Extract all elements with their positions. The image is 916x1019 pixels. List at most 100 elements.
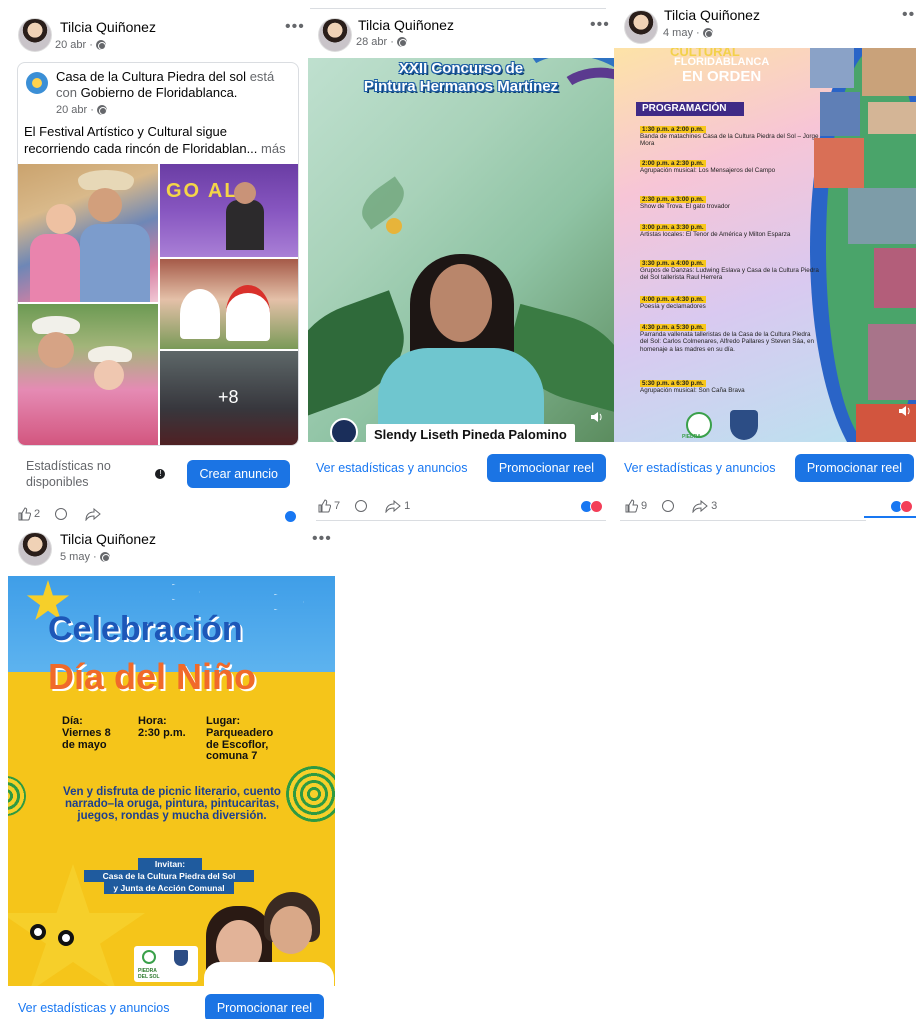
shared-post-title: Casa de la Cultura Piedra del sol está c… (56, 69, 296, 101)
share-icon (385, 499, 401, 513)
author-avatar[interactable] (318, 18, 352, 52)
author-name[interactable]: Tilcia Quiñonez (664, 7, 760, 23)
side-photo (874, 248, 916, 308)
star-eye (30, 924, 46, 940)
row-divider (620, 520, 866, 521)
program-time: 3:00 p.m. a 3:30 p.m. (640, 224, 706, 232)
create-ad-button[interactable]: Crear anuncio (187, 460, 290, 488)
author-name[interactable]: Tilcia Quiñonez (60, 19, 156, 35)
program-item-3: 2:30 p.m. a 3:00 p.m. Show de Trova. El … (640, 196, 820, 210)
shared-date-text: 20 abr (56, 104, 88, 116)
post-footer: Ver estadísticas y anuncios Promocionar … (624, 454, 914, 482)
photo-1[interactable] (18, 164, 158, 302)
reaction-badges[interactable] (890, 500, 913, 513)
program-item-1: 1:30 p.m. a 2:00 p.m. Banda de matachine… (640, 126, 820, 148)
author-avatar[interactable] (18, 532, 52, 566)
more-options-icon[interactable]: ••• (590, 17, 610, 33)
post-date[interactable]: 5 may · (60, 551, 110, 563)
shared-post[interactable]: Casa de la Cultura Piedra del sol está c… (17, 62, 299, 446)
share-action[interactable]: 3 (692, 499, 717, 513)
share-count: 3 (711, 500, 718, 512)
program-item-2: 2:00 p.m. a 2:30 p.m. Agrupación musical… (640, 160, 820, 174)
face-shape (38, 332, 74, 368)
thumbs-up-icon (317, 499, 331, 513)
hat-shape (78, 170, 134, 190)
author-avatar[interactable] (624, 10, 658, 44)
speaker-face (430, 264, 492, 342)
post-footer: Ver estadísticas y anuncios Promocionar … (18, 994, 324, 1019)
globe-icon (99, 552, 110, 562)
program-time: 4:30 p.m. a 5:30 p.m. (640, 324, 706, 332)
comment-action[interactable] (354, 499, 371, 513)
page-name[interactable]: Casa de la Cultura Piedra del sol (56, 69, 246, 84)
program-time: 5:30 p.m. a 6:30 p.m. (640, 380, 706, 388)
post-date-text: 4 may (663, 27, 693, 39)
like-action[interactable]: 7 (317, 499, 340, 513)
star-eye (58, 930, 74, 946)
post-date[interactable]: 28 abr · (356, 36, 407, 48)
post-date[interactable]: 20 abr · (55, 39, 106, 51)
comment-action[interactable] (661, 499, 678, 513)
side-photo (868, 324, 916, 400)
program-time: 4:00 p.m. a 4:30 p.m. (640, 296, 706, 304)
see-more-link[interactable]: más (261, 141, 286, 156)
reaction-badges[interactable] (580, 500, 603, 513)
author-name[interactable]: Tilcia Quiñonez (358, 17, 454, 33)
promote-reel-button[interactable]: Promocionar reel (794, 454, 914, 482)
side-photo (820, 92, 860, 136)
program-desc: Parranda vallenata talleristas de la Cas… (640, 331, 814, 353)
more-options-icon[interactable]: •• (902, 7, 915, 23)
poster-dia-label: Día: (62, 715, 83, 727)
side-photo (814, 138, 864, 188)
tagged-page[interactable]: Gobierno de Floridablanca. (81, 85, 238, 100)
reactions-bar: 7 1 (317, 499, 424, 513)
program-desc: Banda de matachines Casa de la Cultura P… (640, 133, 819, 148)
photo-5-overflow[interactable]: +8 (160, 351, 298, 445)
poster-title-line1: Celebración (48, 610, 243, 648)
photo-4[interactable] (18, 304, 158, 445)
banner-text: GO AL (166, 180, 239, 202)
photo-3[interactable] (160, 259, 298, 349)
reaction-badges[interactable] (284, 510, 297, 522)
globe-icon (702, 28, 713, 38)
decor-circle (286, 766, 335, 822)
author-avatar[interactable] (18, 18, 52, 52)
post-card-3: Tilcia Quiñonez 4 may · •• CULTURAL FLORI… (614, 4, 916, 522)
comment-action[interactable] (54, 507, 71, 521)
post-card-1: Tilcia Quiñonez 20 abr · ••• Casa de la C… (8, 10, 308, 522)
post-date-text: 5 may (60, 551, 90, 563)
more-options-icon[interactable]: ••• (285, 19, 305, 35)
promote-reel-button[interactable]: Promocionar reel (486, 454, 606, 482)
promote-reel-button[interactable]: Promocionar reel (204, 994, 324, 1019)
post-footer: Estadísticas no disponibles ! Crear anun… (26, 458, 290, 490)
post-date[interactable]: 4 may · (663, 27, 713, 39)
share-action[interactable] (85, 507, 104, 521)
view-stats-link[interactable]: Ver estadísticas y anuncios (624, 461, 775, 475)
person-shape (226, 200, 264, 250)
view-stats-link[interactable]: Ver estadísticas y anuncios (316, 461, 467, 475)
like-action[interactable]: 9 (624, 499, 647, 513)
program-item-7: 4:30 p.m. a 5:30 p.m. Parranda vallenata… (640, 324, 820, 353)
photo-2[interactable]: GO AL (160, 164, 298, 257)
poster-invitan-line2: y Junta de Acción Comunal (104, 882, 234, 894)
comment-icon (54, 507, 68, 521)
volume-icon[interactable] (898, 404, 912, 418)
author-name[interactable]: Tilcia Quiñonez (60, 531, 156, 547)
reel-video[interactable]: Celebración Día del Niño Día: Viernes 8 … (8, 576, 335, 986)
globe-icon (396, 37, 407, 47)
info-icon[interactable]: ! (155, 469, 166, 479)
poster-invitan-label: Invitan: (138, 858, 202, 870)
view-stats-link[interactable]: Ver estadísticas y anuncios (18, 1001, 169, 1015)
share-action[interactable]: 1 (385, 499, 410, 513)
page-logo[interactable] (26, 72, 48, 94)
like-action[interactable]: 2 (17, 507, 40, 521)
volume-icon[interactable] (312, 968, 326, 982)
more-options-icon[interactable]: ••• (312, 531, 332, 547)
share-count: 1 (404, 500, 411, 512)
volume-icon[interactable] (590, 410, 604, 424)
poster-logo-seal (142, 950, 156, 964)
post-date-text: 20 abr (55, 39, 87, 51)
reel-video[interactable]: XXII Concurso de Pintura Hermanos Martín… (308, 58, 614, 442)
reel-video[interactable]: CULTURAL FLORIDABLANCA EN ORDEN PROGRAMA… (614, 48, 916, 442)
reel-title-line2: Pintura Hermanos Martínez (363, 78, 559, 95)
